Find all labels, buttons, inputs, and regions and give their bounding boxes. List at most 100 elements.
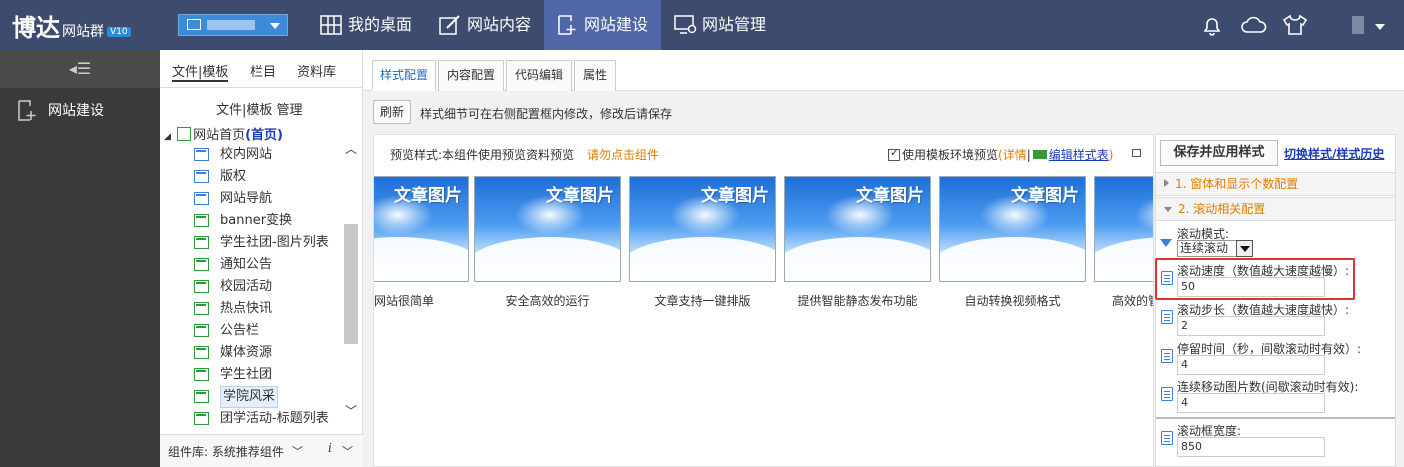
site-name-redacted — [207, 20, 255, 30]
template-preview-checkbox[interactable] — [888, 146, 900, 161]
tshirt-icon[interactable] — [1282, 14, 1308, 36]
slide-caption: 提供智能静态发布功能 — [797, 294, 918, 308]
tab-library[interactable]: 资料库 — [297, 61, 336, 80]
component-icon — [194, 258, 209, 271]
scroll-up-icon[interactable]: ︿ — [345, 140, 357, 157]
tab-code-edit[interactable]: 代码编辑 — [506, 60, 572, 91]
user-avatar[interactable] — [1352, 16, 1364, 34]
component-icon — [194, 412, 209, 425]
scroll-step-input[interactable]: 2 — [1177, 316, 1325, 336]
nav-label: 网站建设 — [584, 15, 649, 34]
left-sidebar: ◂☰ 网站建设 — [0, 50, 160, 467]
maximize-icon[interactable] — [1132, 149, 1141, 157]
template-icon — [194, 170, 209, 183]
nav-site-build[interactable]: 网站建设 — [544, 0, 661, 50]
home-page-icon — [177, 127, 192, 141]
slide-caption: 文章支持一键排版 — [654, 294, 751, 308]
slide-title: 文章图片 — [701, 186, 769, 206]
slide-caption: 自动转换视频格式 — [964, 294, 1061, 308]
preview-panel: 预览样式:本组件使用预览资料预览 请勿点击组件 使用模板环境预览(详情|编辑样式… — [373, 134, 1154, 467]
preview-warning: 请勿点击组件 — [587, 148, 660, 162]
slide-image: 文章图片 — [374, 176, 469, 282]
tree-manage-button[interactable]: 文件|模板 管理 — [216, 99, 303, 118]
slide-image: 文章图片 — [784, 176, 931, 282]
add-page-icon — [558, 15, 576, 35]
main-tabs: 样式配置 内容配置 代码编辑 属性 — [363, 50, 1404, 91]
checkbox-label: 使用模板环境预览 — [902, 148, 999, 162]
tab-content-config[interactable]: 内容配置 — [438, 60, 504, 91]
tab-properties[interactable]: 属性 — [574, 60, 616, 91]
section-scroll-config[interactable]: 2. 滚动相关配置 — [1156, 197, 1395, 221]
slide-caption: 高效的管 — [1112, 294, 1153, 308]
sidebar-item-label: 网站建设 — [48, 103, 104, 119]
text-field-icon — [1161, 431, 1173, 445]
scroll-down-icon[interactable]: ﹀ — [345, 402, 357, 419]
component-library-label: 组件库: 系统推荐组件 — [168, 445, 284, 459]
site-selector[interactable] — [178, 14, 288, 36]
bell-icon[interactable] — [1200, 14, 1224, 38]
collapsed-triangle-icon — [1164, 179, 1169, 187]
section-title: 2. 滚动相关配置 — [1178, 202, 1266, 216]
nav-label: 网站管理 — [702, 15, 767, 34]
section-window-config[interactable]: 1. 窗体和显示个数配置 — [1156, 172, 1395, 196]
dropdown-arrow-icon — [270, 23, 280, 29]
scroll-preview: 文章图片 文章图片 文章图片 文章图片 文章图片 文章图片 网站很简单 安全高效… — [374, 176, 1153, 316]
slide-title: 文章图片 — [394, 186, 462, 206]
paren-close: ) — [1108, 148, 1114, 162]
scroll-mode-select[interactable]: 连续滚动 — [1177, 240, 1253, 257]
user-menu-icon[interactable] — [1375, 24, 1385, 30]
tab-style-config[interactable]: 样式配置 — [372, 60, 436, 91]
cloud-icon[interactable] — [1240, 14, 1268, 36]
monitor-icon — [187, 19, 201, 30]
nav-label: 网站内容 — [467, 15, 532, 34]
separator: | — [1026, 148, 1031, 162]
component-icon — [194, 236, 209, 249]
chevron-down-icon[interactable]: ﹀ — [342, 443, 353, 459]
slide-title: 文章图片 — [856, 186, 924, 206]
tree-root-home[interactable]: ◢ 网站首页(首页) — [164, 124, 283, 143]
nav-label: 我的桌面 — [348, 15, 413, 34]
pause-time-input[interactable]: 4 — [1177, 355, 1325, 375]
slide-image: 文章图片 — [939, 176, 1086, 282]
preview-label: 预览样式:本组件使用预览资料预览 — [390, 148, 575, 162]
stylesheet-icon — [1032, 150, 1047, 159]
sidebar-item-site-build[interactable]: 网站建设 — [0, 90, 160, 130]
box-width-input[interactable]: 850 — [1177, 437, 1325, 457]
edit-icon — [439, 15, 460, 35]
template-icon — [194, 192, 209, 205]
component-library-bar[interactable]: 组件库: 系统推荐组件 ﹀ i ﹀ — [160, 434, 363, 467]
component-icon — [194, 368, 209, 381]
slide-caption: 网站很简单 — [374, 294, 434, 308]
logo: 博达 网站群 V10 — [12, 8, 131, 43]
top-bar: 博达 网站群 V10 我的桌面 网站内容 网站建设 网站管理 — [0, 0, 1404, 50]
save-apply-button[interactable]: 保存并应用样式 — [1160, 140, 1278, 166]
add-page-icon — [18, 100, 36, 121]
scrollbar-thumb[interactable] — [344, 224, 358, 344]
select-value: 连续滚动 — [1180, 241, 1229, 255]
move-count-input[interactable]: 4 — [1177, 393, 1325, 413]
nav-my-desktop[interactable]: 我的桌面 — [308, 0, 426, 50]
component-icon — [194, 324, 209, 337]
detail-link[interactable]: 详情 — [1003, 148, 1027, 162]
slide-title: 文章图片 — [1011, 186, 1079, 206]
component-icon — [194, 346, 209, 359]
tab-files-templates[interactable]: 文件|模板 — [172, 61, 229, 82]
edit-stylesheet-link[interactable]: 编辑样式表 — [1049, 148, 1109, 162]
slide-title: 文章图片 — [546, 186, 614, 206]
slide-caption: 安全高效的运行 — [505, 294, 590, 308]
component-icon — [194, 280, 209, 293]
style-history-link[interactable]: 切换样式/样式历史 — [1284, 145, 1384, 162]
refresh-button[interactable]: 刷新 — [373, 100, 411, 124]
info-icon[interactable]: i — [328, 441, 332, 455]
nav-site-content[interactable]: 网站内容 — [427, 0, 544, 50]
expand-triangle-icon[interactable]: ◢ — [164, 132, 171, 142]
tab-columns[interactable]: 栏目 — [250, 61, 276, 80]
section-title: 1. 窗体和显示个数配置 — [1175, 177, 1299, 191]
tree-scrollbar[interactable]: ︿ ﹀ — [342, 134, 360, 424]
text-field-icon — [1161, 387, 1173, 401]
nav-site-manage[interactable]: 网站管理 — [662, 0, 782, 50]
chevron-down-icon[interactable]: ﹀ — [292, 443, 303, 459]
collapse-menu-button[interactable]: ◂☰ — [0, 50, 160, 88]
template-icon — [194, 148, 209, 161]
slide-image: 文章图片 — [629, 176, 776, 282]
